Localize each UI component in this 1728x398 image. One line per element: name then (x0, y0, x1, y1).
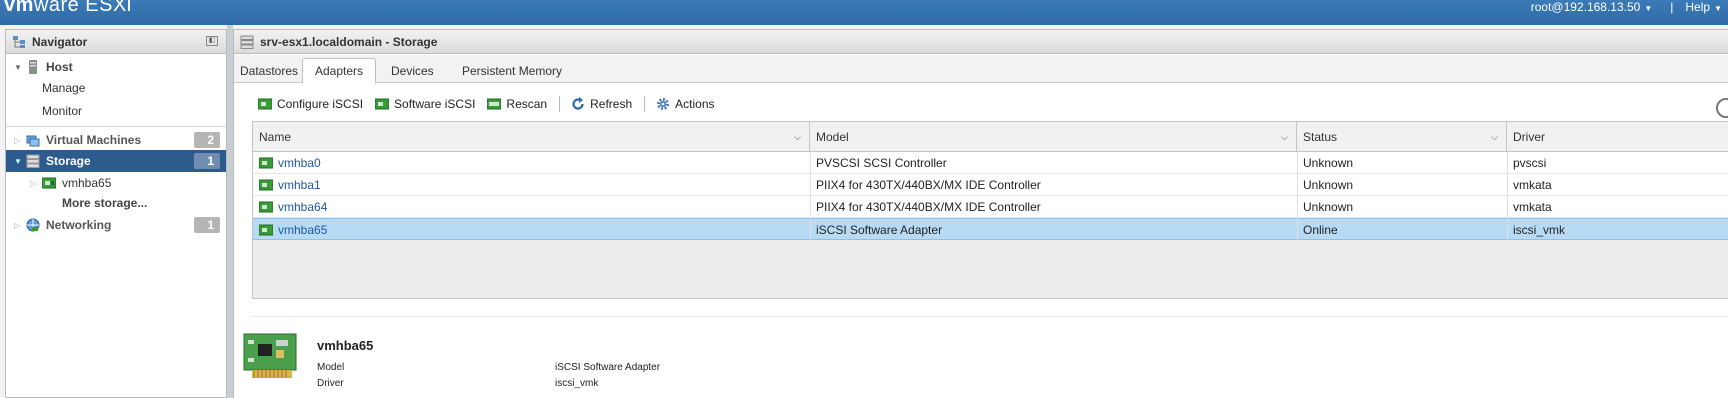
adapter-model: PIIX4 for 430TX/440BX/MX IDE Controller (816, 200, 1041, 214)
column-header-driver[interactable]: Driver (1507, 122, 1728, 152)
page-title: srv-esx1.localdomain - Storage (260, 34, 438, 49)
tab-datastores[interactable]: Datastores (228, 59, 310, 83)
adapter-icon (259, 201, 273, 213)
adapter-icon (42, 177, 56, 189)
collapsed-triangle-icon: ▷ (14, 220, 21, 230)
vmware-esxi-logo: vmwareESXi™ (4, 0, 142, 16)
vm-count-badge: 2 (194, 132, 220, 148)
adapter-icon (259, 224, 273, 236)
chevron-down-icon: ⌵ (794, 132, 801, 142)
tab-devices[interactable]: Devices (379, 59, 446, 83)
actions-button[interactable]: Actions (656, 97, 715, 111)
navigator-header: Navigator ◧ (6, 30, 226, 54)
adapter-name-link[interactable]: vmhba64 (278, 196, 327, 218)
networking-icon (26, 218, 40, 232)
topbar-separator: | (1670, 0, 1674, 14)
rescan-button[interactable]: Rescan (487, 97, 547, 111)
adapter-status: Unknown (1303, 156, 1354, 170)
toolbar-separator (644, 96, 646, 112)
adapter-model: PVSCSI SCSI Controller (816, 156, 947, 170)
adapter-driver: pvscsi (1513, 156, 1547, 170)
toolbar-separator (559, 96, 561, 112)
details-divider (252, 316, 1728, 317)
details-label-model: Model (317, 362, 345, 373)
adapter-icon (259, 179, 273, 191)
adapters-grid: Name ⌵ Model ⌵ Status ⌵ Driver vmhba0 PVSCS… (252, 121, 1728, 299)
software-iscsi-button[interactable]: Software iSCSI (375, 97, 475, 111)
storage-count-badge: 1 (194, 153, 220, 169)
expand-triangle-icon: ▼ (14, 156, 22, 166)
adapter-driver: vmkata (1513, 178, 1552, 192)
main-panel: srv-esx1.localdomain - Storage Datastore… (233, 29, 1728, 398)
navigator-panel: Navigator ◧ ▼ Host Manage Monitor ▷ Virt… (5, 29, 227, 398)
adapter-driver: iscsi_vmk (1513, 223, 1566, 237)
main-header: srv-esx1.localdomain - Storage (234, 30, 1728, 54)
storage-icon (26, 154, 40, 168)
chevron-down-icon: ⌵ (1491, 132, 1498, 142)
column-header-model[interactable]: Model ⌵ (810, 122, 1297, 152)
collapse-navigator-button[interactable]: ◧ (206, 36, 218, 46)
storage-icon (240, 35, 254, 49)
adapter-name-link[interactable]: vmhba65 (278, 219, 327, 241)
nav-divider (6, 126, 226, 127)
adapter-name-link[interactable]: vmhba1 (278, 174, 321, 196)
tab-bar: Datastores Adapters Devices Persistent M… (234, 55, 1728, 84)
host-icon (29, 60, 37, 74)
nav-item-networking[interactable]: ▷ Networking 1 (6, 214, 226, 236)
grid-header: Name ⌵ Model ⌵ Status ⌵ Driver (253, 122, 1728, 152)
adapter-name-link[interactable]: vmhba0 (278, 152, 321, 174)
adapter-status: Unknown (1303, 200, 1354, 214)
column-divider (810, 152, 811, 240)
column-header-name[interactable]: Name ⌵ (253, 122, 810, 152)
nav-item-host[interactable]: ▼ Host (6, 56, 226, 78)
nav-item-monitor[interactable]: Monitor (6, 100, 226, 122)
rescan-icon (487, 98, 502, 110)
adapter-card-image (243, 333, 297, 378)
refresh-button[interactable]: Refresh (571, 97, 632, 111)
adapter-driver: vmkata (1513, 200, 1552, 214)
top-banner: vmwareESXi™ root@192.168.13.50▼ | Help▼ (0, 0, 1728, 25)
navigator-icon (13, 35, 25, 48)
chevron-down-icon: ▼ (1644, 4, 1653, 13)
configure-iscsi-button[interactable]: Configure iSCSI (258, 97, 363, 111)
details-label-driver: Driver (317, 378, 344, 389)
tab-adapters[interactable]: Adapters (302, 58, 377, 84)
adapter-status: Online (1303, 223, 1338, 237)
nav-item-storage[interactable]: ▼ Storage 1 (6, 150, 226, 172)
details-value-model: iSCSI Software Adapter (555, 362, 661, 373)
column-divider (1297, 152, 1298, 240)
expand-triangle-icon: ▼ (14, 62, 22, 72)
toolbar: Configure iSCSI Software iSCSI Rescan Re… (234, 92, 1728, 116)
nav-item-more-storage[interactable]: More storage... (6, 192, 226, 214)
tab-persistent-memory[interactable]: Persistent Memory (450, 59, 574, 83)
nav-item-vmhba65[interactable]: ▷ vmhba65 (6, 172, 226, 194)
navigator-title: Navigator (32, 34, 88, 49)
nav-item-virtual-machines[interactable]: ▷ Virtual Machines 2 (6, 129, 226, 151)
chevron-down-icon: ⌵ (1281, 132, 1288, 142)
iscsi-adapter-icon (375, 98, 390, 110)
collapsed-triangle-icon: ▷ (30, 178, 37, 188)
help-menu[interactable]: Help ▼ (1685, 0, 1722, 14)
adapter-status: Unknown (1303, 178, 1354, 192)
iscsi-adapter-icon (258, 98, 272, 110)
nav-item-manage[interactable]: Manage (6, 77, 226, 99)
refresh-icon (572, 97, 584, 110)
adapter-model: PIIX4 for 430TX/440BX/MX IDE Controller (816, 178, 1041, 192)
details-value-driver: iscsi_vmk (555, 378, 599, 389)
column-header-status[interactable]: Status ⌵ (1297, 122, 1507, 152)
collapsed-triangle-icon: ▷ (14, 135, 21, 145)
chevron-down-icon: ▼ (1714, 4, 1722, 13)
column-divider (1507, 152, 1508, 240)
details-title: vmhba65 (317, 338, 374, 353)
user-menu[interactable]: root@192.168.13.50 ▼ (1531, 0, 1653, 14)
networking-count-badge: 1 (194, 217, 220, 233)
adapter-model: iSCSI Software Adapter (816, 223, 943, 237)
adapter-icon (259, 157, 273, 169)
virtual-machines-icon (26, 135, 40, 147)
gear-icon (657, 98, 670, 110)
